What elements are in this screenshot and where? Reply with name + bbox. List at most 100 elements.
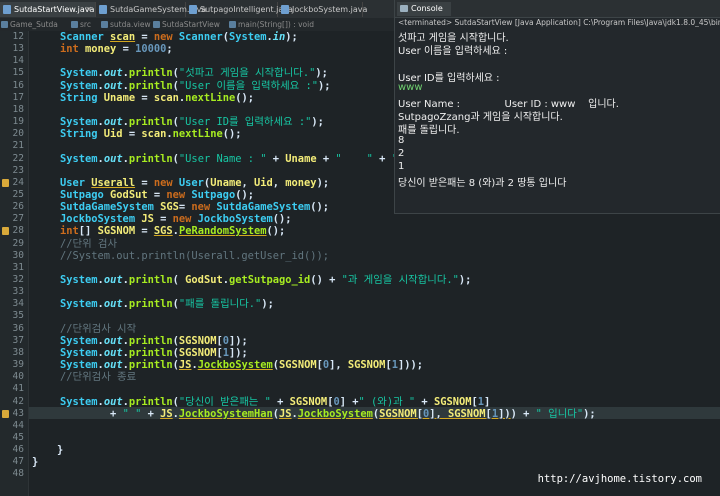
console-output-line: 2 (398, 147, 405, 159)
code-line: Sutpago GodSut = new Sutpago(); (60, 189, 254, 201)
code-token: } (32, 444, 64, 457)
code-token: ; (166, 43, 173, 56)
code-token: (); (272, 213, 292, 226)
console-output-line: 1 (398, 161, 405, 172)
tab-sutda-start-view[interactable]: SutdaStartView.java ✕ (0, 2, 96, 17)
code-token: SGSNOM (347, 359, 386, 372)
code-token: Scanner (60, 31, 111, 43)
code-token: ] + (339, 395, 359, 408)
code-token: println (128, 346, 173, 359)
code-token: 10000 (135, 43, 167, 56)
code-token: + (316, 152, 336, 165)
code-token: System (60, 395, 98, 408)
code-token: " 입니다" (535, 407, 584, 420)
code-token: System (60, 67, 98, 80)
code-token: out (103, 298, 123, 311)
code-token: (); (310, 201, 330, 214)
code-token: SGSNOM (178, 334, 217, 347)
code-line: System.out.println("당신이 받은패는 " + SGSNOM[… (60, 396, 490, 408)
close-icon[interactable]: ✕ (85, 2, 92, 17)
code-token: println (128, 152, 173, 165)
code-token: GodSut (110, 188, 148, 201)
code-token: "당신이 받은패는 " (178, 395, 271, 408)
code-token: + (141, 407, 161, 420)
code-token: Scanner (178, 31, 223, 43)
code-token: new (153, 176, 179, 189)
breadcrumb-class[interactable]: SutdaStartView (152, 18, 220, 31)
code-token: SGSNOM (178, 346, 217, 359)
breadcrumb-method[interactable]: main(String[]) : void (228, 18, 314, 31)
code-token: User (178, 176, 204, 189)
code-line: //단위검사 시작 (60, 323, 136, 335)
code-token: = (178, 201, 192, 214)
code-token: new (166, 188, 192, 201)
code-token: (); (235, 91, 254, 104)
code-token: Uname (210, 176, 242, 189)
java-file-icon (3, 5, 11, 14)
code-token: new (153, 31, 179, 43)
code-token: ); (311, 116, 324, 129)
code-token: JS (279, 407, 292, 420)
code-token: println (128, 79, 173, 92)
code-token: SGSNOM (97, 225, 136, 238)
breadcrumb-package[interactable]: sutda.view (100, 18, 151, 31)
code-token: out (103, 152, 123, 165)
code-token: ]); (229, 346, 248, 359)
code-token: println (128, 298, 173, 311)
code-token: JS (160, 407, 173, 420)
code-token: ])); (397, 359, 424, 372)
code-token: = (116, 43, 136, 56)
code-token: , (241, 176, 254, 189)
code-token: " " (122, 407, 142, 420)
code-token: " (와)과 " (358, 395, 416, 408)
code-token: System (60, 298, 98, 311)
tab-jockbo-system[interactable]: JockboSystem.java (278, 2, 367, 17)
code-line: SutdaGameSystem SGS= new SutdaGameSystem… (60, 201, 329, 213)
code-token: Sutpago (191, 188, 236, 201)
code-token: JS (141, 213, 154, 226)
code-token: println (128, 274, 173, 286)
breadcrumb-src[interactable]: src (70, 18, 91, 31)
code-token: println (128, 395, 173, 408)
code-token: "과 게임을 시작합니다." (341, 274, 459, 286)
code-line: } (32, 444, 63, 456)
console-output-line: User 이름을 입력하세요 : (398, 46, 508, 58)
tab-sutpago-intelligent[interactable]: SutpagoIntelligent.java (186, 2, 293, 17)
code-token: Sutpago (60, 188, 111, 201)
code-line: System.out.println("패를 돌립니다."); (60, 298, 274, 310)
code-token: "패를 돌립니다." (178, 298, 262, 311)
code-line: + " " + JS.JockboSystemHan(JS.JockboSyst… (60, 408, 596, 420)
code-token: JockboSystemHan (178, 407, 273, 420)
code-line: //System.out.println(Userall.getUser_id(… (60, 250, 329, 262)
code-token: SGS (160, 201, 179, 214)
code-line: System.out.println("User 이름을 입력하세요 :"); (60, 80, 330, 92)
code-line: //단위 검사 (60, 238, 117, 250)
code-token: " " (335, 152, 373, 165)
code-token: = (135, 176, 154, 189)
watermark: http://avjhome.tistory.com (537, 473, 702, 485)
breadcrumb-project[interactable]: Game_Sutda (0, 18, 58, 31)
code-token: money (285, 176, 317, 189)
code-token: ); (317, 79, 331, 92)
code-token: Uname (103, 91, 136, 104)
code-token: = (135, 31, 154, 43)
code-token: ); (583, 407, 596, 420)
code-token: nextLine (185, 91, 236, 104)
code-token: "User Name : " (178, 152, 267, 165)
code-token: SutdaGameSystem (216, 201, 311, 214)
code-token: //단위검사 종료 (60, 371, 137, 384)
code-line: System.out.println("User ID를 입력하세요 :"); (60, 116, 324, 128)
code-token: out (103, 395, 123, 408)
console-tab[interactable]: Console (397, 2, 451, 16)
code-token: out (103, 274, 123, 286)
code-token: ]); (229, 334, 248, 347)
code-token: println (128, 116, 173, 129)
code-token: + (266, 152, 286, 165)
code-token: JockboSystem (197, 213, 273, 226)
tab-sutda-game-system[interactable]: SutdaGameSystem.java (96, 2, 206, 17)
code-token: System (60, 274, 98, 286)
code-token: } (32, 456, 39, 469)
code-token: ]) (498, 407, 511, 420)
code-line: System.out.println(SGSNOM[1]); (60, 347, 248, 359)
code-token: System (60, 79, 98, 92)
